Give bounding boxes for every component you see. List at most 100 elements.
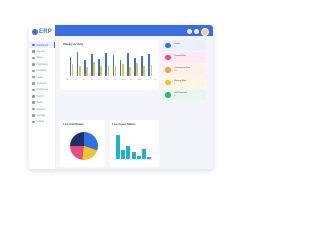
activity-card: Weekly Activity Mon Tue Wed Thu Fri Sat Sun Mon…: [60, 40, 159, 90]
reports-icon: [32, 50, 35, 53]
agent-status-title: Live Agent Status: [112, 122, 136, 126]
agent-bar: [126, 145, 131, 159]
stat-value: 0%: [174, 70, 178, 73]
sidebar-item-label: Employees: [36, 88, 49, 92]
activity-x-label: Wed: [82, 80, 86, 81]
activity-x-label: Mon: [66, 80, 70, 81]
sidebar-item-label: Dashboard: [36, 43, 49, 47]
accounts-icon: [32, 82, 35, 85]
agent-bars: [114, 133, 152, 160]
agent-bar: [136, 155, 141, 159]
sidebar-item-label: Purchases: [36, 62, 48, 66]
activity-bar: [150, 64, 153, 76]
activity-bar: [93, 62, 95, 76]
activity-x-labels: Mon Tue Wed Thu Fri Sat Sun Mon Tue Wed Thu Fri: [66, 80, 156, 81]
activity-bar: [148, 54, 150, 76]
stat-card[interactable]: Conversion Rate 0% ›: [162, 64, 206, 76]
stat-icon: [165, 42, 171, 48]
sidebar-item-label: Payroll: [36, 94, 44, 98]
call-status-title: Live Call Status: [63, 122, 84, 126]
chevron-right-icon: ›: [202, 55, 203, 60]
inventory-icon: [32, 69, 35, 72]
agent-status-card: Live Agent Status: [109, 120, 159, 167]
activity-bar: [112, 55, 115, 76]
logo-text: ERP: [39, 29, 52, 35]
sales-icon: [32, 56, 35, 60]
activity-bar: [78, 65, 81, 76]
activity-bar: [121, 63, 124, 76]
stat-label: Waiting Rate: [174, 79, 187, 82]
chevron-right-icon: ›: [202, 80, 203, 85]
employees-icon: [32, 88, 35, 92]
activity-x-label: Thu: [90, 80, 94, 81]
projects-icon: [32, 107, 35, 111]
sidebar: ERP Dashboard Reports Sales Purchases In…: [29, 25, 56, 169]
notification-icon[interactable]: [187, 29, 192, 34]
logo[interactable]: ERP: [32, 29, 52, 35]
stat-card[interactable]: Call Sessions 0 ›: [162, 89, 206, 101]
activity-x-label: Wed: [137, 80, 141, 81]
stat-icon: [165, 67, 171, 73]
activity-x-label: Fri: [98, 80, 101, 81]
stat-icon: [165, 79, 171, 86]
sidebar-item-label: Logout: [36, 120, 44, 124]
activity-bar: [105, 53, 107, 76]
sidebar-item-label: Tasks: [36, 101, 43, 105]
sidebar-item-label: Sales: [36, 56, 43, 60]
stat-value: 0: [174, 45, 176, 48]
message-icon[interactable]: [194, 29, 199, 34]
call-status-pie: [70, 132, 98, 160]
stat-label: Conversion Rate: [174, 67, 191, 70]
stat-label: Leads: [174, 42, 180, 45]
sidebar-item-label: Accounts: [36, 82, 47, 86]
logo-icon: [32, 29, 38, 35]
stat-value: 0: [174, 57, 176, 60]
purchases-icon: [32, 63, 35, 66]
activity-bar: [100, 66, 103, 76]
app-window: ERP Dashboard Reports Sales Purchases In…: [29, 25, 213, 169]
stat-icon: [165, 92, 171, 98]
sidebar-nav: Dashboard Reports Sales Purchases Invent…: [29, 42, 55, 125]
stat-label: Closed Won: [174, 54, 186, 57]
top-bar: [55, 25, 213, 36]
stat-card[interactable]: Waiting Rate 0 ›: [162, 77, 206, 88]
logout-icon: [32, 120, 35, 124]
stat-card[interactable]: Closed Won 0 ›: [162, 52, 206, 63]
sidebar-item-label: Reports: [36, 50, 45, 54]
activity-x-label: Sun: [113, 80, 117, 81]
agent-bar: [131, 152, 136, 159]
leads-icon: [32, 75, 35, 79]
activity-bar: [71, 63, 74, 76]
dashboard-icon: [32, 43, 35, 47]
stat-card[interactable]: Leads 0 ›: [162, 40, 206, 51]
activity-x-label: Thu: [146, 80, 149, 81]
stat-label: Call Sessions: [174, 92, 188, 95]
activity-x-label: Tue: [74, 80, 78, 81]
avatar[interactable]: [201, 27, 209, 36]
stat-value: 0: [174, 82, 176, 85]
activity-bar: [114, 65, 117, 76]
activity-bar: [69, 56, 72, 76]
activity-bar: [136, 63, 138, 76]
chevron-right-icon: ›: [202, 68, 203, 73]
tasks-icon: [32, 101, 35, 104]
sidebar-item-logout[interactable]: Logout: [29, 119, 55, 125]
sidebar-item-label: Settings: [36, 113, 46, 117]
stat-value: 0: [174, 95, 176, 98]
stat-icon: [165, 54, 171, 61]
call-status-card: Live Call Status: [60, 120, 105, 167]
agent-bar: [142, 149, 146, 159]
gear-icon: [32, 114, 35, 117]
activity-bar: [129, 67, 131, 76]
agent-bar: [116, 135, 120, 159]
activity-bar: [107, 64, 110, 76]
sidebar-item-label: Projects: [36, 107, 46, 111]
activity-x-label: Tue: [129, 80, 133, 81]
activity-bar: [86, 67, 88, 76]
chevron-right-icon: ›: [202, 93, 203, 98]
activity-x-label: Fri: [154, 80, 156, 81]
activity-x-label: Sat: [105, 80, 109, 81]
agent-bar: [147, 156, 152, 159]
activity-bars: [68, 50, 154, 76]
sidebar-item-label: Inventory: [36, 69, 47, 73]
